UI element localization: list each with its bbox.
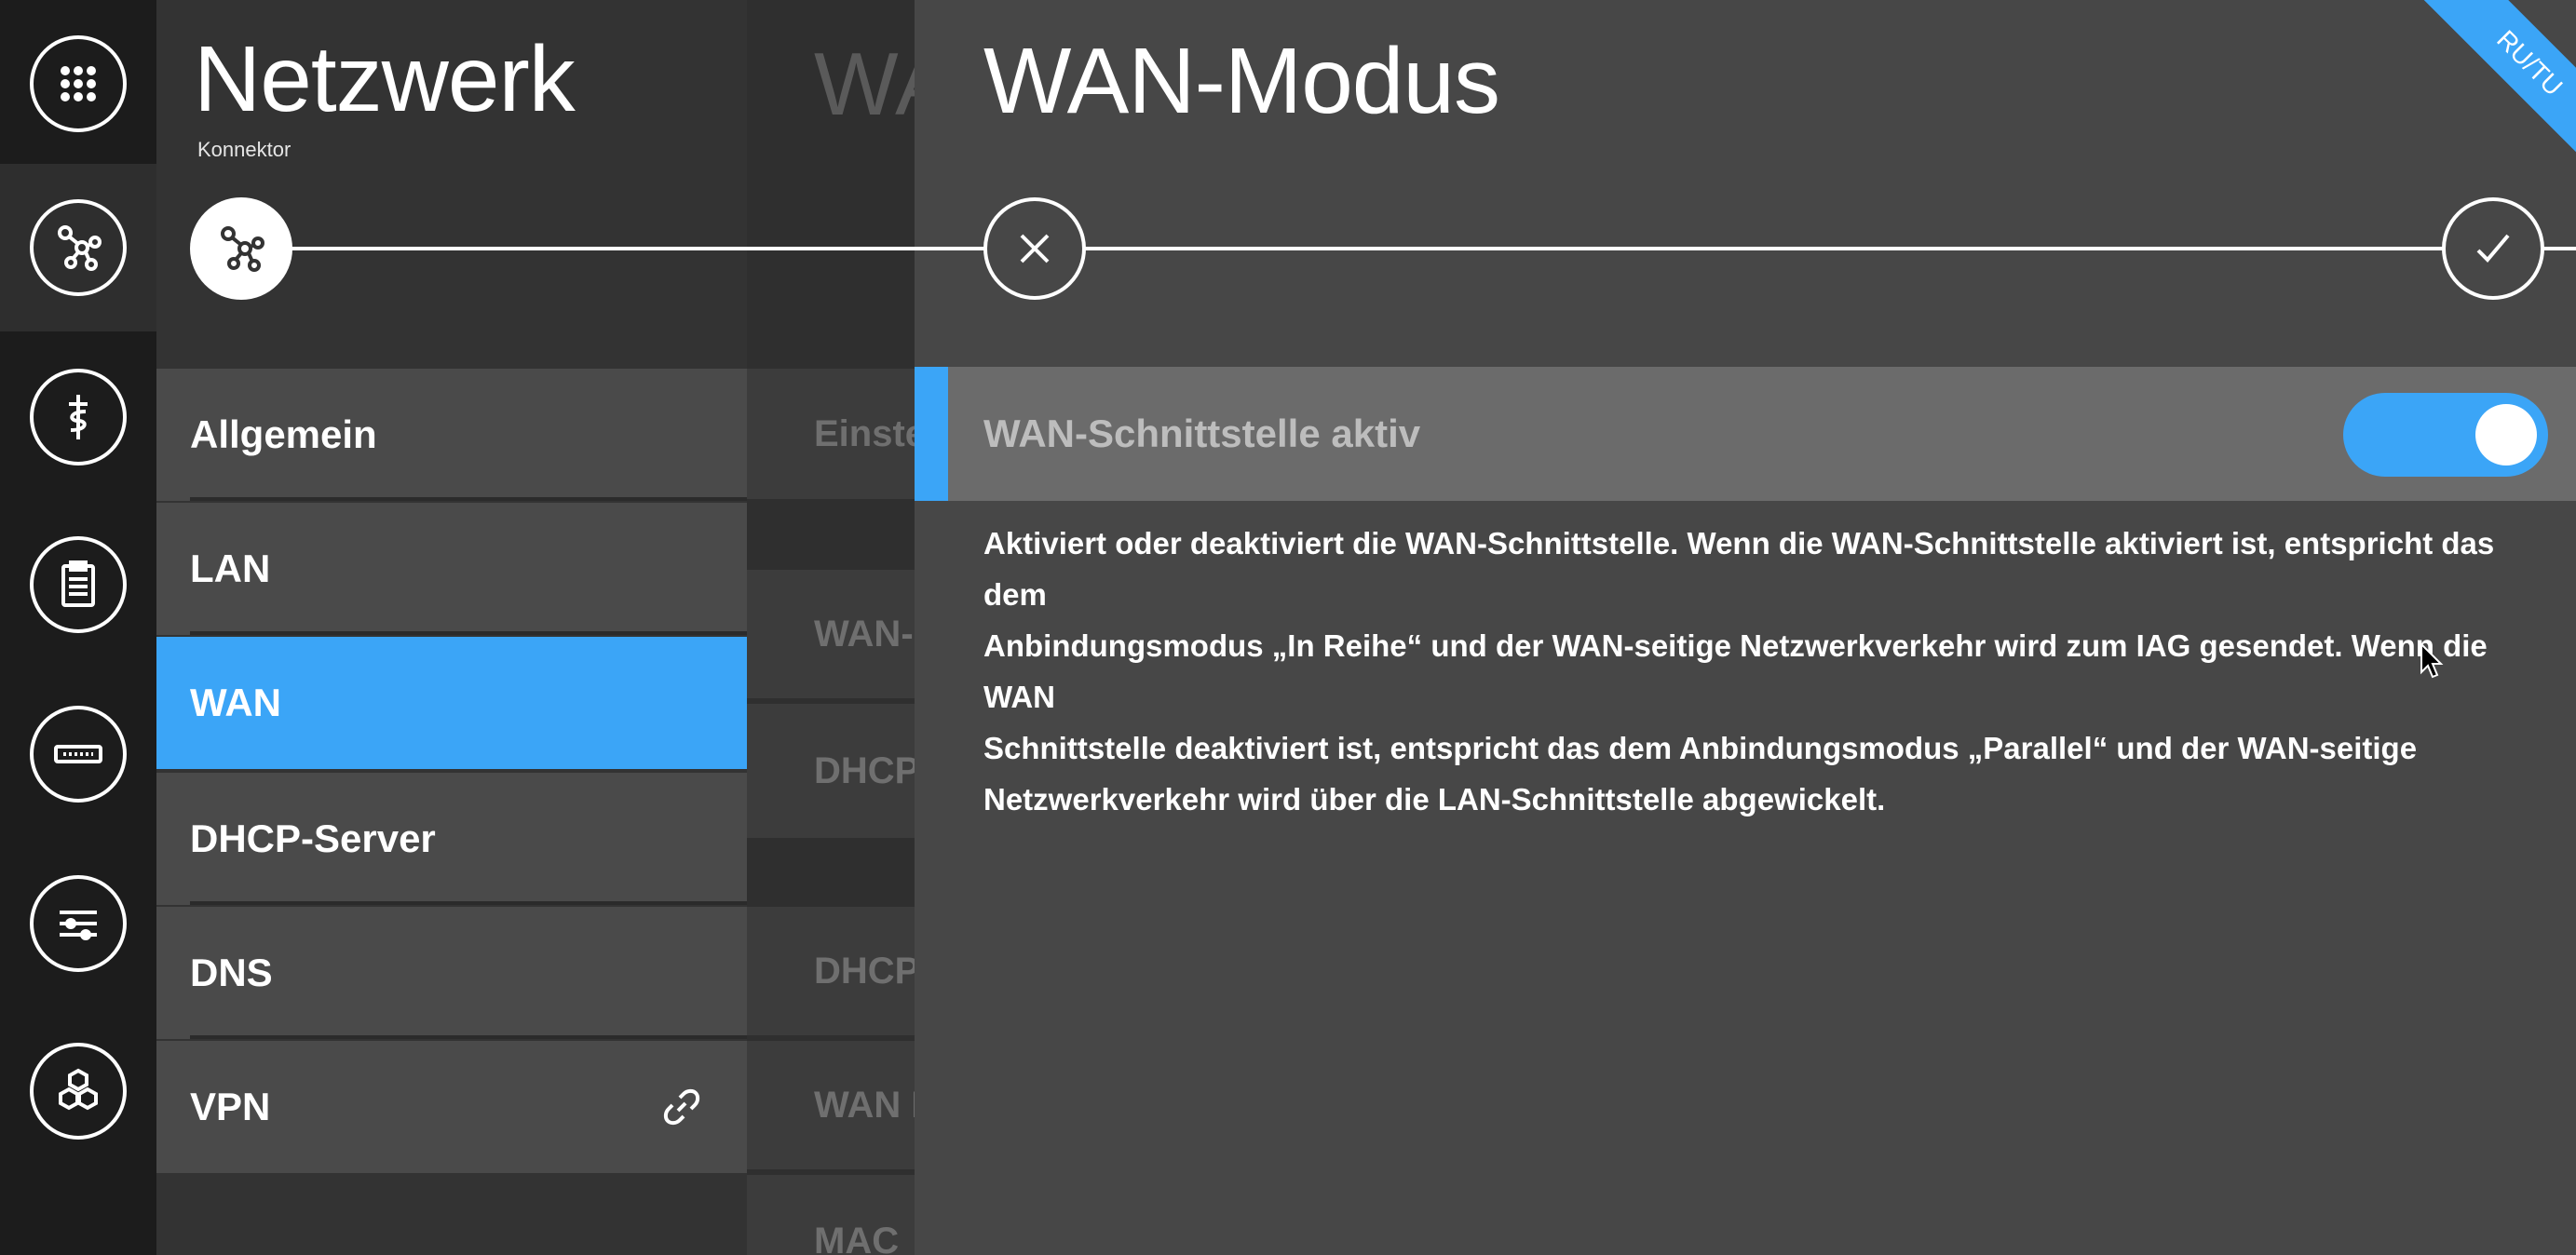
description-line: Schnittstelle deaktiviert ist, entsprich… [983, 731, 2418, 765]
setting-description: Aktiviert oder deaktiviert die WAN-Schni… [983, 518, 2511, 825]
confirm-button[interactable] [2442, 197, 2544, 300]
divider [190, 631, 747, 635]
settings-row[interactable]: DHCP [747, 704, 915, 838]
selection-accent [915, 367, 948, 501]
network-column: Netzwerk Konnektor Allgemein LAN WAN DHC… [156, 0, 747, 1255]
rail-device[interactable] [0, 670, 156, 838]
rail-network[interactable] [0, 164, 156, 331]
network-icon [30, 199, 127, 296]
clipboard-icon [30, 536, 127, 633]
wan-settings-column: WA Einste WAN-I DHCP DHCP WAN I MAC [747, 0, 915, 1255]
rail-apps[interactable] [0, 0, 156, 168]
nav-item-label: DHCP-Server [190, 816, 436, 860]
nav-item-lan[interactable]: LAN [156, 503, 747, 635]
page-subtitle: Konnektor [197, 138, 291, 161]
link-icon [663, 1088, 700, 1126]
nav-item-vpn[interactable]: VPN [156, 1041, 747, 1173]
settings-row[interactable]: WAN I [747, 1041, 915, 1173]
nav-item-label: Allgemein [190, 412, 377, 456]
nav-item-dns[interactable]: DNS [156, 907, 747, 1039]
nav-item-wan[interactable]: WAN [156, 637, 747, 769]
wan-mode-panel: WAN-Modus RU/TU WAN-Schnittstelle aktiv … [915, 0, 2576, 1255]
close-icon [1020, 234, 1050, 263]
progress-line [268, 247, 747, 250]
check-icon [2476, 234, 2510, 263]
hexagons-icon [30, 1043, 127, 1140]
icon-rail [0, 0, 156, 1255]
rail-medical[interactable] [0, 333, 156, 501]
settings-row[interactable]: MAC [747, 1175, 915, 1255]
wan-interface-setting: WAN-Schnittstelle aktiv [915, 367, 2576, 501]
progress-line [915, 247, 2576, 250]
rail-transfer[interactable] [0, 840, 156, 1007]
rail-clipboard[interactable] [0, 501, 156, 668]
ribbon: RU/TU [2371, 0, 2576, 186]
settings-row[interactable]: Einste [747, 369, 915, 499]
cancel-button[interactable] [983, 197, 1086, 300]
setting-label: WAN-Schnittstelle aktiv [983, 412, 1421, 455]
divider [190, 1035, 747, 1039]
nav-item-label: WAN [190, 681, 281, 724]
nav-item-dhcp-server[interactable]: DHCP-Server [156, 773, 747, 905]
divider [190, 497, 747, 501]
medical-caduceus-icon [30, 369, 127, 466]
rail-modules[interactable] [0, 1007, 156, 1175]
page-title: Netzwerk [194, 27, 576, 131]
network-node-icon [190, 197, 292, 300]
nav-item-label: DNS [190, 951, 273, 994]
description-line: Aktiviert oder deaktiviert die WAN-Schni… [983, 526, 2495, 612]
mouse-cursor-icon [2420, 642, 2444, 679]
transfer-arrows-icon [30, 875, 127, 972]
device-card-icon [30, 706, 127, 803]
panel-title: WAN-Modus [983, 29, 1500, 133]
divider [190, 901, 747, 905]
settings-row[interactable]: WAN-I [747, 570, 915, 702]
ribbon-label: RU/TU [2390, 0, 2576, 186]
column-title: WA [814, 34, 915, 134]
description-line: Anbindungsmodus „In Reihe“ und der WAN-s… [983, 628, 2488, 714]
nav-item-label: VPN [190, 1085, 271, 1128]
nav-item-label: LAN [190, 547, 271, 590]
nav-item-allgemein[interactable]: Allgemein [156, 369, 747, 501]
wan-interface-toggle[interactable] [2343, 393, 2548, 477]
progress-line [747, 247, 915, 250]
toggle-knob [2475, 404, 2537, 466]
apps-grid-icon [30, 35, 127, 132]
description-line: Netzwerkverkehr wird über die LAN-Schnit… [983, 782, 1886, 816]
settings-row[interactable]: DHCP [747, 907, 915, 1039]
